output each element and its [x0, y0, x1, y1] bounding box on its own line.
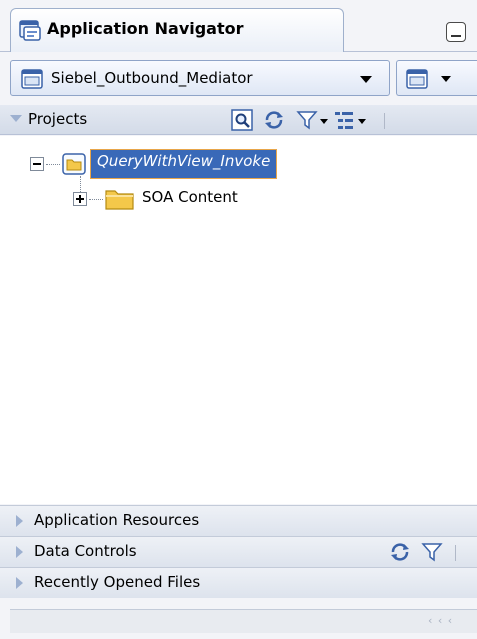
data-controls-panel[interactable]: Data Controls: [0, 536, 477, 567]
folder-icon: [105, 190, 134, 210]
toolbar-separator: [455, 545, 456, 561]
minimize-button[interactable]: [446, 22, 466, 42]
filter-icon[interactable]: [296, 109, 318, 131]
projects-title: Projects: [28, 110, 88, 128]
chevron-down-icon: [360, 76, 372, 83]
filter-dropdown-icon[interactable]: [320, 119, 328, 124]
tree-node-label[interactable]: SOA Content: [142, 188, 238, 206]
tree-node-label: QueryWithView_Invoke: [97, 152, 271, 170]
expand-chevron-icon[interactable]: [16, 515, 23, 527]
projects-tree: QueryWithView_Invoke SOA Content: [0, 136, 477, 504]
expand-chevron-icon[interactable]: [16, 577, 23, 589]
status-bar: ‹ ‹ ‹: [0, 599, 477, 639]
tree-connector: [89, 199, 103, 200]
application-menu-button[interactable]: [396, 60, 477, 96]
options-dropdown-icon[interactable]: [358, 119, 366, 124]
tree-connector: [46, 164, 60, 165]
application-icon: [21, 69, 43, 89]
recently-opened-files-panel[interactable]: Recently Opened Files: [0, 567, 477, 598]
application-resources-panel[interactable]: Application Resources: [0, 505, 477, 536]
chevron-down-icon: [441, 76, 451, 82]
refresh-icon[interactable]: [263, 109, 285, 131]
application-navigator-tab[interactable]: Application Navigator: [10, 8, 344, 52]
application-name: Siebel_Outbound_Mediator: [51, 69, 253, 87]
panel-title: Application Resources: [34, 511, 200, 529]
application-menu-icon: [406, 69, 428, 89]
resize-grip-icon[interactable]: ‹ ‹ ‹: [428, 614, 453, 627]
refresh-icon[interactable]: [389, 541, 411, 563]
filter-icon[interactable]: [421, 541, 443, 563]
navigator-title: Application Navigator: [47, 19, 244, 38]
application-dropdown[interactable]: Siebel_Outbound_Mediator: [10, 60, 390, 96]
collapse-chevron-icon[interactable]: [10, 115, 22, 122]
status-bar-track: ‹ ‹ ‹: [10, 609, 477, 633]
application-selector-row: Siebel_Outbound_Mediator: [0, 52, 477, 102]
panel-title: Data Controls: [34, 542, 137, 560]
toolbar-separator: [384, 113, 385, 129]
view-options-icon[interactable]: [333, 109, 355, 131]
panel-title: Recently Opened Files: [34, 573, 201, 591]
tree-node-project[interactable]: QueryWithView_Invoke: [90, 149, 278, 179]
expand-chevron-icon[interactable]: [16, 546, 23, 558]
navigator-tabstrip: Application Navigator: [0, 0, 477, 52]
application-navigator-icon: [19, 20, 41, 41]
project-folder-icon: [62, 153, 86, 175]
collapse-node-icon[interactable]: [30, 157, 44, 171]
search-icon[interactable]: [231, 109, 253, 131]
expand-node-icon[interactable]: [73, 192, 87, 206]
projects-panel-header[interactable]: Projects: [0, 105, 477, 135]
